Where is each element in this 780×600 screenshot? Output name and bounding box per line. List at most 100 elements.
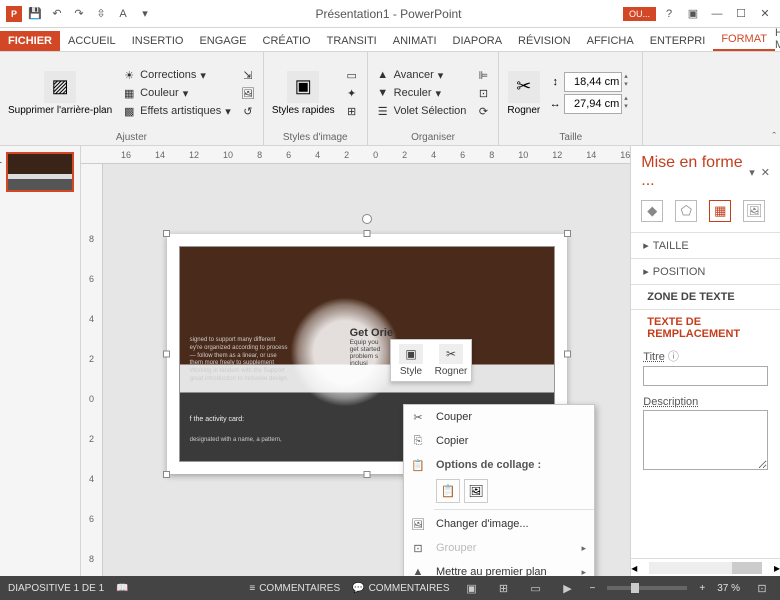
mini-style-button[interactable]: ▣Style xyxy=(391,340,431,381)
rotate-button[interactable]: ⟳ xyxy=(474,103,492,119)
selection-pane-button[interactable]: ☰Volet Sélection xyxy=(374,103,469,119)
comments-button-2[interactable]: 💬COMMENTAIRES xyxy=(352,583,449,594)
resize-handle[interactable] xyxy=(564,230,571,237)
tab-file[interactable]: FICHIER xyxy=(0,31,60,51)
layout-button[interactable]: ⊞ xyxy=(343,103,361,119)
statusbar: DIAPOSITIVE 1 DE 1 📖 ≡COMMENTAIRES 💬COMM… xyxy=(0,576,780,600)
tab-insert[interactable]: INSERTIO xyxy=(124,31,192,51)
mini-crop-button[interactable]: ✂Rogner xyxy=(431,340,471,381)
quick-styles-button[interactable]: ▣ Styles rapides xyxy=(270,69,337,118)
copy-icon: ⎘ xyxy=(410,433,426,449)
remove-background-button[interactable]: ▨ Supprimer l'arrière-plan xyxy=(6,69,114,118)
tab-design[interactable]: CRÉATIO xyxy=(255,31,319,51)
resize-handle[interactable] xyxy=(363,471,370,478)
tab-engage[interactable]: ENGAGE xyxy=(191,31,254,51)
change-picture-button[interactable]: 🖼 xyxy=(239,85,257,101)
rotate-handle[interactable] xyxy=(362,214,372,224)
bring-forward-button[interactable]: ▲Avancer▾ xyxy=(374,67,469,83)
zoom-in-icon[interactable]: + xyxy=(699,583,705,594)
color-icon: ▦ xyxy=(122,86,136,100)
width-spinner[interactable]: ↔ ▴▾ xyxy=(548,94,636,114)
slide-left-text: signed to support many different ey're o… xyxy=(190,337,290,384)
collapse-ribbon-icon[interactable]: ˆ xyxy=(772,131,776,143)
height-icon: ↕ xyxy=(548,75,562,89)
alt-desc-input[interactable] xyxy=(643,410,768,470)
effects-tab-icon[interactable]: ⬠ xyxy=(675,200,697,222)
picture-tab-icon[interactable]: 🖼 xyxy=(743,200,765,222)
group-button[interactable]: ⊡ xyxy=(474,85,492,101)
close-icon[interactable]: ✕ xyxy=(754,4,776,24)
cm-bring-front[interactable]: ▲Mettre au premier plan xyxy=(404,560,594,576)
redo-icon[interactable]: ↷ xyxy=(70,5,88,23)
slide-thumbnail-1[interactable]: 1 xyxy=(6,152,74,192)
height-input[interactable] xyxy=(564,72,622,92)
minimize-icon[interactable]: — xyxy=(706,4,728,24)
tab-animations[interactable]: ANIMATI xyxy=(385,31,445,51)
reading-view-icon[interactable]: ▭ xyxy=(526,580,546,596)
more-icon[interactable]: A xyxy=(114,5,132,23)
slide-counter[interactable]: DIAPOSITIVE 1 DE 1 xyxy=(8,583,104,594)
tab-home[interactable]: ACCUEIL xyxy=(60,31,124,51)
context-menu: ✂Couper ⎘Copier 📋Options de collage : 📋 … xyxy=(403,404,595,576)
resize-handle[interactable] xyxy=(163,230,170,237)
pane-dropdown-icon[interactable]: ▾ xyxy=(749,166,755,179)
resize-handle[interactable] xyxy=(363,230,370,237)
undo-icon[interactable]: ↶ xyxy=(48,5,66,23)
picture-effects-button[interactable]: ✦ xyxy=(343,85,361,101)
send-backward-button[interactable]: ▼Reculer▾ xyxy=(374,85,469,101)
slideshow-view-icon[interactable]: ▶ xyxy=(558,580,578,596)
save-icon[interactable]: 💾 xyxy=(26,5,44,23)
fill-tab-icon[interactable]: ◆ xyxy=(641,200,663,222)
resize-handle[interactable] xyxy=(163,351,170,358)
tab-review[interactable]: RÉVISION xyxy=(510,31,579,51)
zoom-out-icon[interactable]: − xyxy=(590,583,596,594)
border-button[interactable]: ▭ xyxy=(343,67,361,83)
section-position[interactable]: ▸POSITION xyxy=(631,258,780,284)
cm-paste-header: 📋Options de collage : xyxy=(404,453,594,477)
section-alttext[interactable]: TEXTE DE REMPLACEMENT xyxy=(631,309,780,346)
cm-cut[interactable]: ✂Couper xyxy=(404,405,594,429)
crop-button[interactable]: ✂ Rogner xyxy=(505,69,542,118)
height-spinner[interactable]: ↕ ▴▾ xyxy=(548,72,636,92)
pane-close-icon[interactable]: ✕ xyxy=(761,166,770,179)
tab-view[interactable]: AFFICHA xyxy=(579,31,642,51)
width-input[interactable] xyxy=(564,94,622,114)
paste-icon: 📋 xyxy=(410,457,426,473)
fit-window-icon[interactable]: ⊡ xyxy=(752,580,772,596)
size-tab-icon[interactable]: ▦ xyxy=(709,200,731,222)
sorter-view-icon[interactable]: ⊞ xyxy=(494,580,514,596)
section-size[interactable]: ▸TAILLE xyxy=(631,232,780,258)
reset-button[interactable]: ↺ xyxy=(239,103,257,119)
alt-title-input[interactable] xyxy=(643,366,768,386)
touch-icon[interactable]: ⇳ xyxy=(92,5,110,23)
pane-scrollbar[interactable]: ◂▸ xyxy=(631,558,780,576)
corrections-button[interactable]: ☀Corrections▾ xyxy=(120,67,233,83)
titlebar: P 💾 ↶ ↷ ⇳ A ▾ Présentation1 - PowerPoint… xyxy=(0,0,780,28)
zoom-value[interactable]: 37 % xyxy=(717,583,740,594)
help-icon[interactable]: ? xyxy=(658,4,680,24)
cm-change-image[interactable]: 🖼Changer d'image... xyxy=(404,512,594,536)
spellcheck-icon[interactable]: 📖 xyxy=(116,583,128,594)
color-button[interactable]: ▦Couleur▾ xyxy=(120,85,233,101)
effects-button[interactable]: ▩Effets artistiques▾ xyxy=(120,103,233,119)
paste-option-1[interactable]: 📋 xyxy=(436,479,460,503)
tab-transitions[interactable]: TRANSITI xyxy=(319,31,385,51)
qat-dropdown-icon[interactable]: ▾ xyxy=(136,5,154,23)
cm-copy[interactable]: ⎘Copier xyxy=(404,429,594,453)
resize-handle[interactable] xyxy=(564,351,571,358)
tab-format[interactable]: FORMAT xyxy=(713,29,775,51)
resize-handle[interactable] xyxy=(163,471,170,478)
user-name[interactable]: Holly Mor... xyxy=(775,27,780,51)
tab-enterprise[interactable]: ENTERPRI xyxy=(642,31,714,51)
tab-slideshow[interactable]: DIAPORA xyxy=(445,31,511,51)
maximize-icon[interactable]: ☐ xyxy=(730,4,752,24)
align-button[interactable]: ⊫ xyxy=(474,67,492,83)
normal-view-icon[interactable]: ▣ xyxy=(462,580,482,596)
horizontal-ruler: 1614121086420246810121416 xyxy=(81,146,630,164)
paste-option-2[interactable]: 🖼 xyxy=(464,479,488,503)
zoom-slider[interactable] xyxy=(607,586,687,590)
compress-button[interactable]: ⇲ xyxy=(239,67,257,83)
section-textzone[interactable]: ZONE DE TEXTE xyxy=(631,284,780,309)
display-options-icon[interactable]: ▣ xyxy=(682,4,704,24)
comments-button-1[interactable]: ≡COMMENTAIRES xyxy=(249,583,340,594)
